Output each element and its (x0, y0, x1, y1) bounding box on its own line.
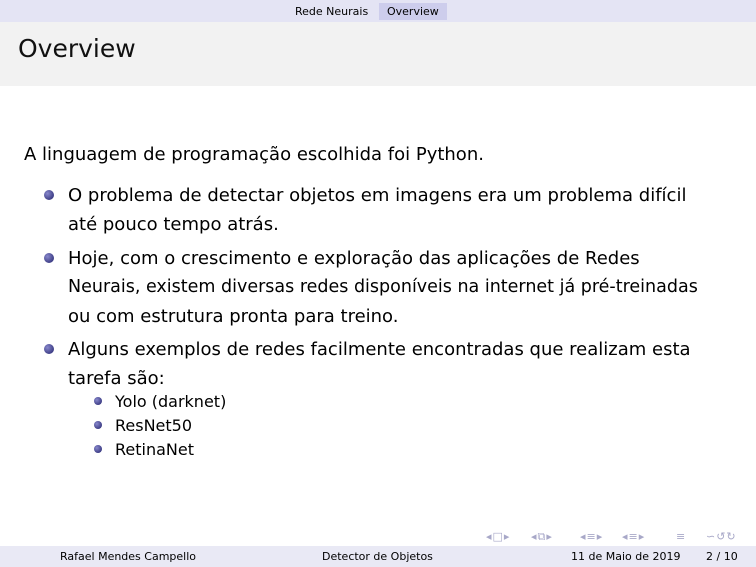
nav-document-icon[interactable]: ◂≡▸ (622, 530, 645, 543)
list-item: Hoje, com o crescimento e exploração das… (68, 244, 738, 331)
footer-date: 11 de Maio de 2019 (571, 550, 681, 563)
list-item-line: O problema de detectar objetos em imagen… (68, 185, 687, 206)
nav-section-rede-neurais[interactable]: Rede Neurais (287, 3, 376, 20)
slide-title: Overview (18, 34, 136, 63)
nav-subsection-icon[interactable]: ◂⧉▸ (531, 530, 553, 544)
footer-title: Detector de Objetos (322, 550, 433, 563)
nav-appendix-icon[interactable]: ≡ (676, 530, 686, 543)
sub-bullet-icon (94, 421, 102, 429)
nav-search-icon[interactable]: ∽↺↻ (706, 530, 737, 543)
sub-list-item-retinanet: RetinaNet (115, 440, 194, 459)
nav-subsection-overview[interactable]: Overview (379, 3, 447, 20)
list-item-line: ou com estrutura pronta para treino. (68, 306, 399, 327)
list-item: Alguns exemplos de redes facilmente enco… (68, 335, 738, 393)
nav-section-icon[interactable]: ◂≡▸ (580, 530, 603, 543)
bullet-icon (44, 253, 54, 263)
sub-bullet-icon (94, 397, 102, 405)
bullet-icon (44, 190, 54, 200)
sub-list-item-resnet50: ResNet50 (115, 416, 193, 435)
list-item-line: Neurais, existem diversas redes disponív… (68, 277, 698, 297)
footer-author-cell: Rafael Mendes Campello (0, 546, 252, 567)
list-item-line: até pouco tempo atrás. (68, 214, 279, 235)
footer-title-cell: Detector de Objetos (252, 546, 504, 567)
list-item: O problema de detectar objetos em imagen… (68, 181, 738, 239)
list-item-line: Hoje, com o crescimento e exploração das… (68, 248, 640, 269)
footer-page-number: 2 / 10 (706, 550, 738, 563)
list-item-line: Alguns exemplos de redes facilmente enco… (68, 339, 691, 360)
footer-author: Rafael Mendes Campello (60, 550, 197, 563)
top-navigation-bar: Rede Neurais Overview (0, 0, 756, 22)
sub-list-item-yolo: Yolo (darknet) (115, 392, 227, 411)
sub-bullet-icon (94, 445, 102, 453)
nav-prev-frame-icon[interactable]: ◂□▸ (486, 530, 510, 543)
footer-date-cell: 11 de Maio de 2019 2 / 10 (504, 546, 756, 567)
footer: Rafael Mendes Campello Detector de Objet… (0, 546, 756, 567)
bullet-icon (44, 344, 54, 354)
intro-text: A linguagem de programação escolhida foi… (24, 144, 484, 165)
list-item-line: tarefa são: (68, 368, 165, 389)
